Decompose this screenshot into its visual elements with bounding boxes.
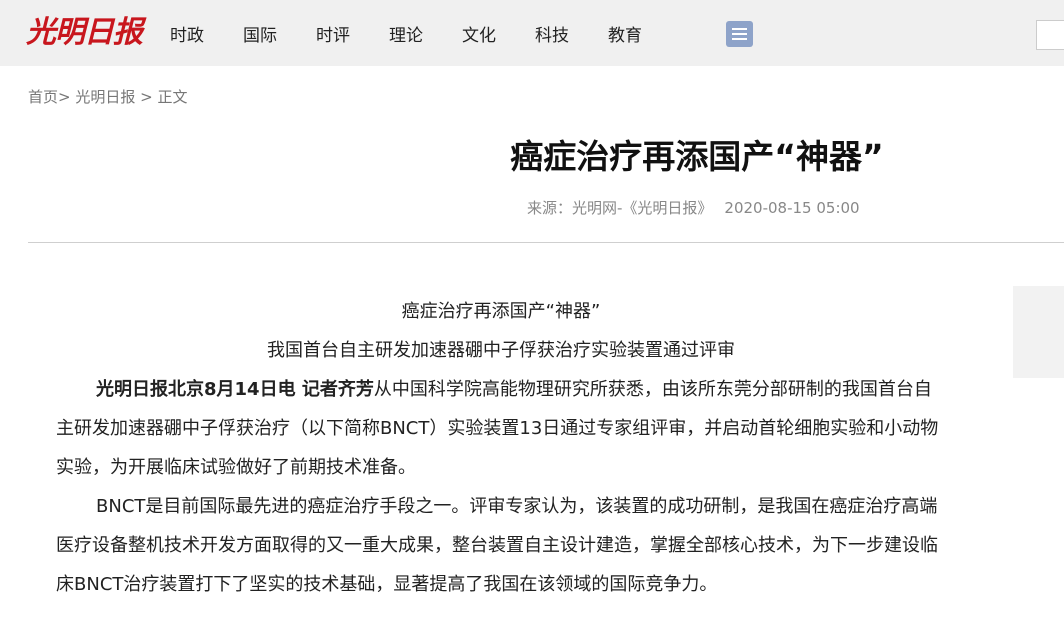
nav-item-commentary[interactable]: 时评 xyxy=(316,21,350,46)
nav-item-education[interactable]: 教育 xyxy=(608,21,642,46)
title-divider xyxy=(28,242,1064,243)
top-navigation-bar: 光明日报 时政 国际 时评 理论 文化 科技 教育 xyxy=(0,0,1064,66)
body-subheadline: 我国首台自主研发加速器硼中子俘获治疗实验装置通过评审 xyxy=(267,340,735,361)
article-meta: 来源：光明网-《光明日报》 2020-08-15 05:00 xyxy=(527,197,860,218)
article-title: 癌症治疗再添国产“神器” xyxy=(510,137,884,176)
nav-item-politics[interactable]: 时政 xyxy=(170,21,204,46)
body-paragraph-2: BNCT是目前国际最先进的癌症治疗手段之一。评审专家认为，该装置的成功研制，是我… xyxy=(56,496,938,595)
site-logo[interactable]: 光明日报 xyxy=(26,14,143,52)
nav-item-theory[interactable]: 理论 xyxy=(389,21,423,46)
breadcrumb-separator: > xyxy=(58,88,71,106)
breadcrumb-section-link[interactable]: 光明日报 xyxy=(75,88,135,106)
article-source: 来源：光明网-《光明日报》 xyxy=(527,199,713,217)
body-paragraph-1: 光明日报北京8月14日电 记者齐芳从中国科学院高能物理研究所获悉，由该所东莞分部… xyxy=(56,370,946,487)
breadcrumb-current: 正文 xyxy=(157,88,188,106)
breadcrumb-separator: > xyxy=(140,88,153,106)
nav-item-culture[interactable]: 文化 xyxy=(462,21,496,46)
nav-item-international[interactable]: 国际 xyxy=(243,21,277,46)
breadcrumb: 首页> 光明日报 > 正文 xyxy=(28,86,188,107)
body-headline: 癌症治疗再添国产“神器” xyxy=(401,301,601,322)
article-body: 癌症治疗再添国产“神器” 我国首台自主研发加速器硼中子俘获治疗实验装置通过评审 … xyxy=(56,292,946,604)
list-menu-icon[interactable] xyxy=(726,21,753,47)
main-nav: 时政 国际 时评 理论 文化 科技 教育 xyxy=(170,0,681,66)
search-input[interactable] xyxy=(1036,20,1064,50)
article-date: 2020-08-15 05:00 xyxy=(724,199,860,217)
dateline-byline: 光明日报北京8月14日电 记者齐芳 xyxy=(96,379,374,400)
nav-item-technology[interactable]: 科技 xyxy=(535,21,569,46)
breadcrumb-home-link[interactable]: 首页 xyxy=(28,88,58,106)
side-panel-edge xyxy=(1013,286,1064,378)
